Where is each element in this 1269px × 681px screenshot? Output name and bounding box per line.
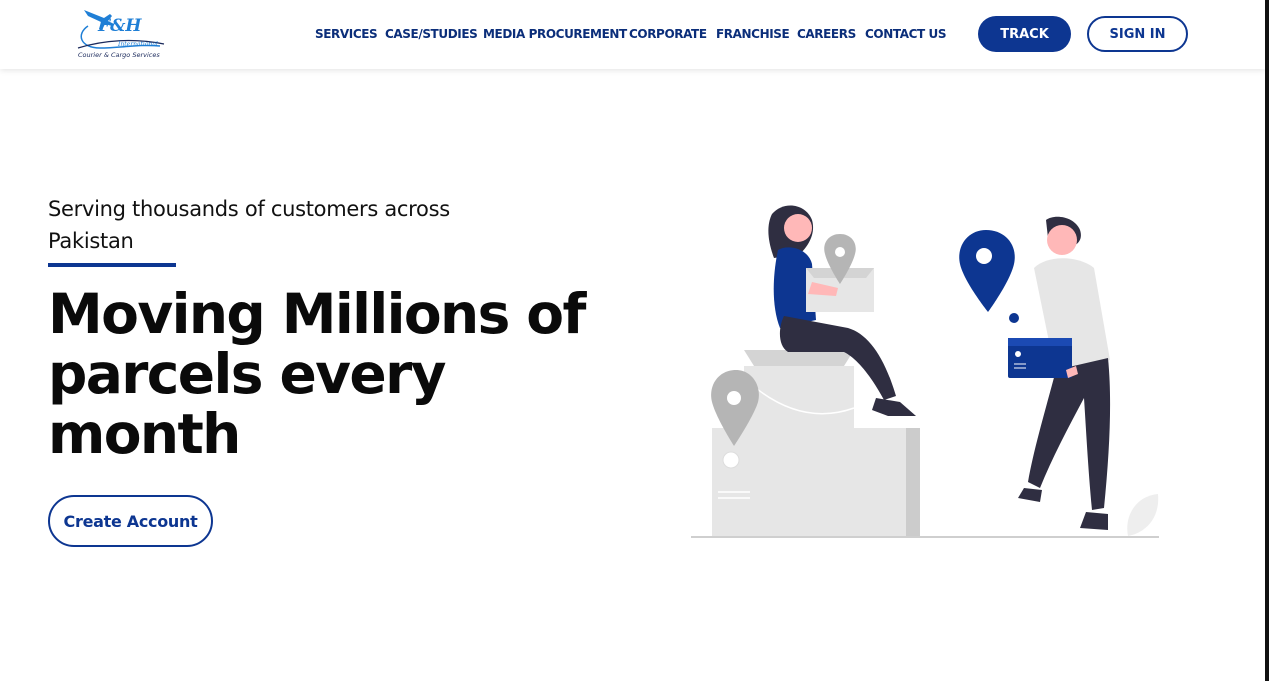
sign-in-button[interactable]: SIGN IN [1087, 16, 1188, 52]
site-header: F&H International Courier & Cargo Servic… [0, 0, 1265, 69]
page: F&H International Courier & Cargo Servic… [0, 0, 1269, 681]
man-figure [1008, 216, 1111, 530]
nav-case-studies[interactable]: CASE/STUDIES [385, 27, 478, 41]
nav-services[interactable]: SERVICES [315, 27, 378, 41]
create-account-button[interactable]: Create Account [48, 495, 213, 547]
nav-corporate[interactable]: CORPORATE [629, 27, 707, 41]
delivery-illustration [691, 205, 1159, 538]
nav-careers[interactable]: CAREERS [797, 27, 856, 41]
hero-divider [48, 263, 176, 267]
logo-brand-text: F&H [98, 16, 142, 36]
logo-subtitle: Courier & Cargo Services [78, 51, 160, 59]
plant-leaf [1127, 494, 1159, 536]
track-button[interactable]: TRACK [978, 16, 1071, 52]
logo-tagline: International [118, 41, 158, 48]
nav-contact-us[interactable]: CONTACT US [865, 27, 947, 41]
company-logo[interactable]: F&H International Courier & Cargo Servic… [74, 4, 166, 62]
hero-subtitle: Serving thousands of customers across Pa… [48, 197, 450, 253]
location-pin-icon [959, 230, 1019, 323]
nav-franchise[interactable]: FRANCHISE [716, 27, 790, 41]
nav-media-procurement[interactable]: MEDIA PROCUREMENT [483, 27, 627, 41]
hero-title: Moving Millions of parcels every month [48, 282, 586, 466]
